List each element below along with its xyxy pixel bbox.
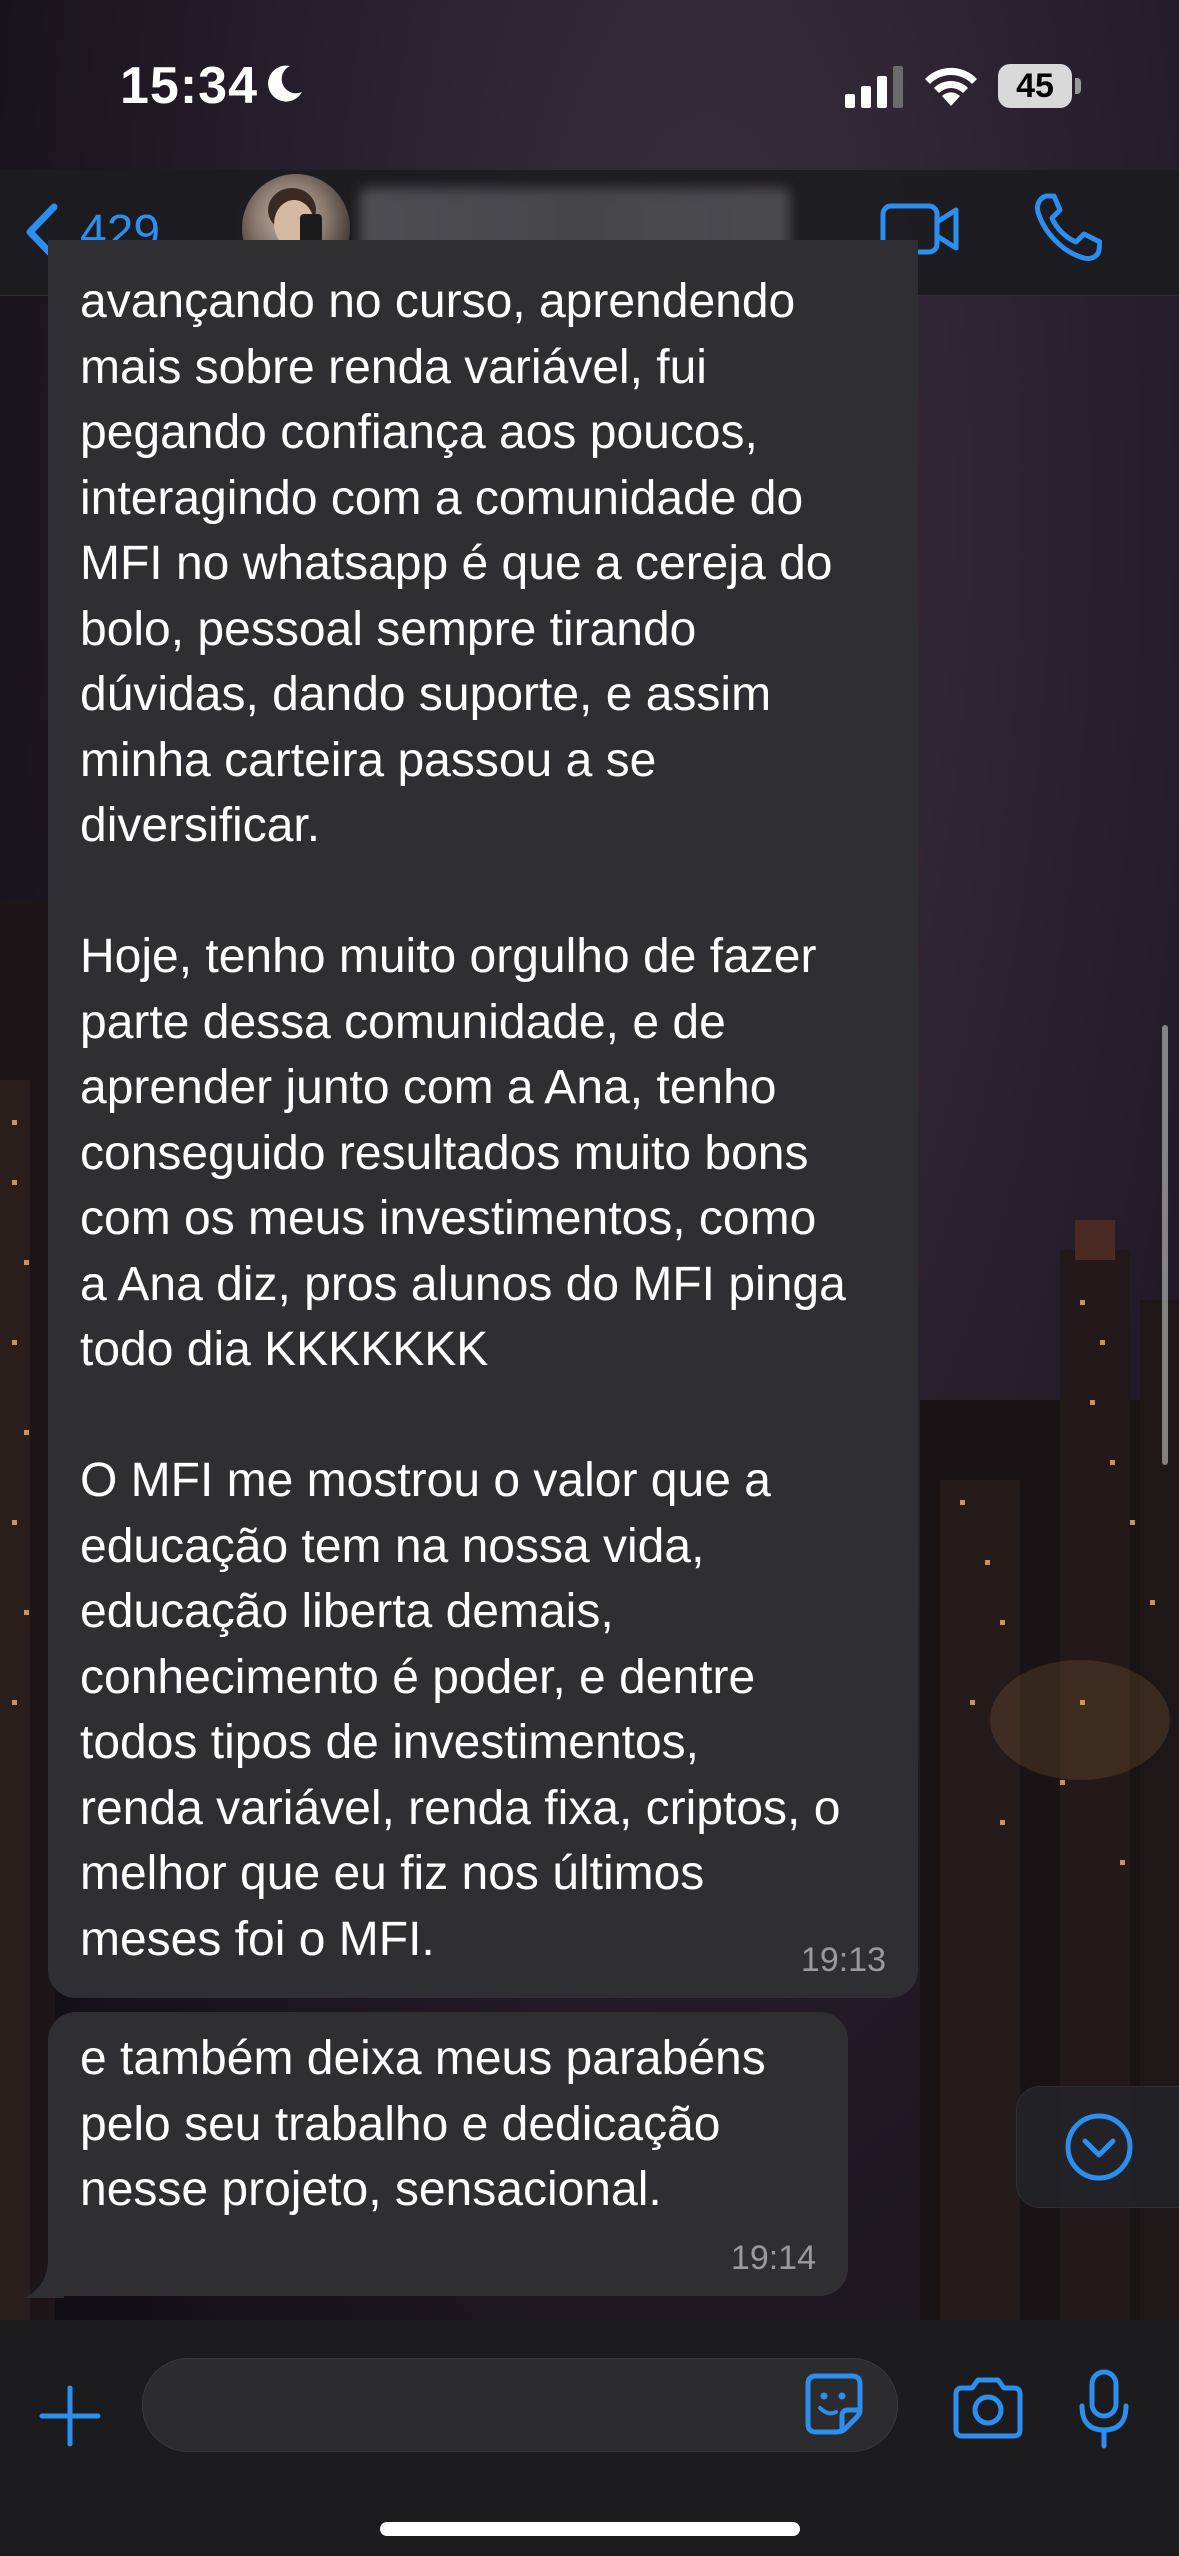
message-timestamp: 19:14 xyxy=(730,2239,816,2277)
wifi-icon xyxy=(925,67,977,106)
phone-icon[interactable] xyxy=(1032,192,1102,264)
status-bar: 15:34 45 xyxy=(0,0,1179,170)
chevron-down-circle-icon xyxy=(1065,2113,1133,2181)
microphone-icon[interactable] xyxy=(1078,2368,1130,2450)
composer-bar xyxy=(0,2320,1179,2556)
home-indicator[interactable] xyxy=(380,2522,800,2536)
plus-icon[interactable] xyxy=(38,2384,102,2448)
message-bubble[interactable]: avançando no curso, aprendendo mais sobr… xyxy=(48,240,918,1998)
message-input[interactable] xyxy=(142,2358,898,2452)
message-timestamp: 19:13 xyxy=(800,1941,886,1979)
scroll-to-bottom-button[interactable] xyxy=(1016,2086,1179,2208)
message-bubble[interactable]: e também deixa meus parabéns pelo seu tr… xyxy=(48,2012,848,2296)
sticker-icon[interactable] xyxy=(800,2370,868,2438)
camera-icon[interactable] xyxy=(950,2376,1026,2440)
moon-icon xyxy=(268,65,302,102)
message-text: e também deixa meus parabéns pelo seu tr… xyxy=(80,2032,766,2216)
status-time: 15:34 xyxy=(120,57,258,115)
scrollbar[interactable] xyxy=(1162,1025,1168,1465)
battery-indicator: 45 xyxy=(998,64,1082,108)
battery-level: 45 xyxy=(1016,67,1054,105)
message-text: avançando no curso, aprendendo mais sobr… xyxy=(80,275,846,1966)
cellular-signal-icon xyxy=(845,66,903,108)
